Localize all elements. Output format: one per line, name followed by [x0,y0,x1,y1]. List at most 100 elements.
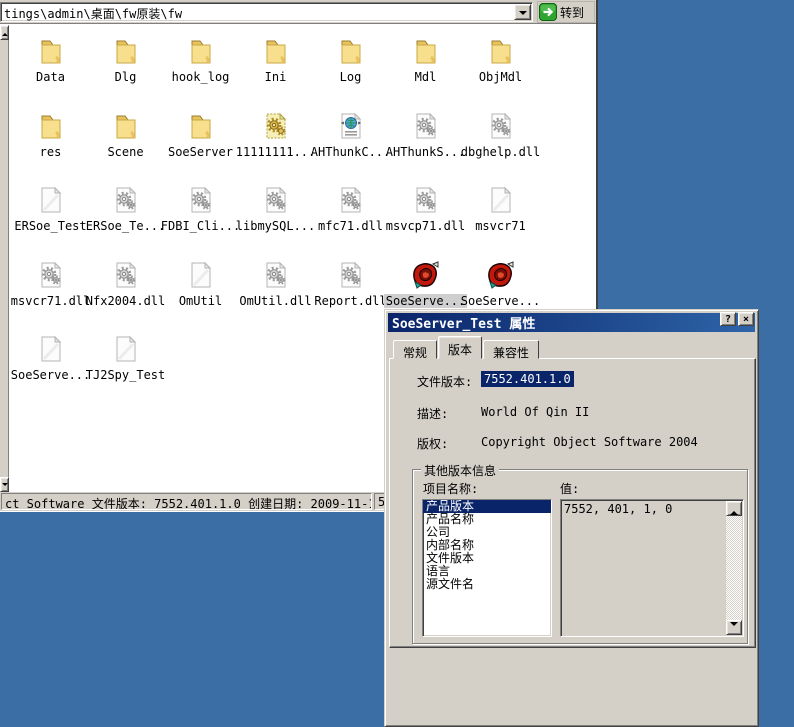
description-value: World Of Qin II [481,405,589,419]
folder-item[interactable]: SoeServer [163,99,238,174]
file-label: msvcr71.dll [9,294,92,308]
folder-icon [260,35,292,67]
document-icon [185,259,217,291]
file-item[interactable]: AHThunkC... [313,99,388,174]
scroll-up-button[interactable] [726,501,742,516]
file-item[interactable]: TJ2Spy_Test [88,322,163,397]
help-button[interactable]: ? [720,312,736,326]
file-label: hook_log [170,70,232,84]
file-item[interactable]: libmySQL... [238,173,313,248]
file-label: SoeServe... [9,368,92,382]
folder-item[interactable]: hook_log [163,24,238,99]
file-item[interactable]: 11111111... [238,99,313,174]
folder-item[interactable]: Scene [88,99,163,174]
close-button[interactable]: × [738,312,754,326]
folder-item[interactable]: Log [313,24,388,99]
value-label: 值: [560,480,579,497]
folder-icon [35,110,67,142]
file-item[interactable]: Nfx2004.dll [88,248,163,323]
group-legend: 其他版本信息 [421,462,499,479]
file-item[interactable]: AHThunkS... [388,99,463,174]
dialog-titlebar[interactable]: SoeServer_Test 属性 [388,313,755,332]
file-item[interactable]: msvcr71 [463,173,538,248]
file-item[interactable]: msvcp71.dll [388,173,463,248]
dialog-tabs: 常规版本兼容性 [393,338,540,359]
file-item[interactable]: dbghelp.dll [463,99,538,174]
address-combobox[interactable]: tings\admin\桌面\fw原装\fw [0,2,533,22]
file-item[interactable]: msvcr71.dll [13,248,88,323]
item-name-label: 项目名称: [423,480,478,497]
file-item[interactable]: mfc71.dll [313,173,388,248]
file-label: AHThunkC... [309,145,392,159]
address-toolbar: tings\admin\桌面\fw原装\fw 转到 [0,0,596,24]
scroll-up-icon [730,507,738,515]
file-label: Log [338,70,364,84]
dll-gears-icon [410,110,442,142]
folder-item[interactable]: Dlg [88,24,163,99]
scroll-down-icon [730,622,738,630]
dragon-app-icon [485,259,517,291]
file-label: res [38,145,64,159]
description-label: 描述: [417,405,448,422]
folder-icon [185,35,217,67]
file-item[interactable]: ERSoe_Test [13,173,88,248]
folder-icon [110,35,142,67]
chevron-down-icon [519,11,527,19]
file-item[interactable]: FDBI_Cli... [163,173,238,248]
folder-item[interactable]: ObjMdl [463,24,538,99]
vertical-scrollbar[interactable] [0,25,9,492]
tab-0[interactable]: 常规 [393,340,437,359]
file-item[interactable]: ERSoe_Te... [88,173,163,248]
other-version-info-group: 其他版本信息 项目名称: 值: 产品版本产品名称公司内部名称文件版本语言源文件名… [412,469,748,644]
file-label: Data [34,70,67,84]
file-label: Mdl [413,70,439,84]
folder-item[interactable]: Mdl [388,24,463,99]
document-icon [110,333,142,365]
file-item[interactable]: OmUtil.dll [238,248,313,323]
file-item[interactable]: OmUtil [163,248,238,323]
dll-gears-icon [185,184,217,216]
address-text: tings\admin\桌面\fw原装\fw [4,5,182,22]
item-name-list[interactable]: 产品版本产品名称公司内部名称文件版本语言源文件名 [422,499,552,637]
file-label: TJ2Spy_Test [84,368,167,382]
folder-icon [35,35,67,67]
scroll-down-button[interactable] [0,477,9,492]
go-button[interactable]: 转到 [537,1,595,23]
copyright-value: Copyright Object Software 2004 [481,435,698,449]
dragon-app-icon [410,259,442,291]
file-label: OmUtil [177,294,224,308]
dll-gears-icon [110,259,142,291]
folder-icon [110,110,142,142]
file-label: 11111111... [234,145,317,159]
document-icon [485,184,517,216]
address-dropdown-button[interactable] [514,4,531,20]
copyright-label: 版权: [417,435,448,452]
file-label: libmySQL... [234,219,317,233]
file-label: SoeServe... [384,294,467,308]
folder-icon [485,35,517,67]
file-item[interactable]: Report.dll [313,248,388,323]
scroll-down-button[interactable] [726,620,742,635]
tab-2[interactable]: 兼容性 [483,340,539,359]
document-icon [35,184,67,216]
folder-item[interactable]: res [13,99,88,174]
value-scrollbar[interactable] [726,501,742,635]
value-text: 7552, 401, 1, 0 [564,502,672,516]
file-label: Scene [105,145,145,159]
value-box[interactable]: 7552, 401, 1, 0 [560,499,744,637]
file-version-label: 文件版本: [417,373,472,390]
file-label: Dlg [113,70,139,84]
folder-icon [335,35,367,67]
scroll-up-button[interactable] [0,25,9,40]
file-item[interactable]: SoeServe... [13,322,88,397]
folder-item[interactable]: Data [13,24,88,99]
version-tab-page: 文件版本: 7552.401.1.0 描述: World Of Qin II 版… [389,358,756,648]
list-item[interactable]: 源文件名 [423,578,551,591]
dll-gears-icon [335,184,367,216]
dll-gears-icon [335,259,367,291]
folder-item[interactable]: Ini [238,24,313,99]
tab-1[interactable]: 版本 [438,336,482,359]
file-label: OmUtil.dll [237,294,313,308]
file-version-value[interactable]: 7552.401.1.0 [481,371,574,387]
file-label: FDBI_Cli... [159,219,242,233]
